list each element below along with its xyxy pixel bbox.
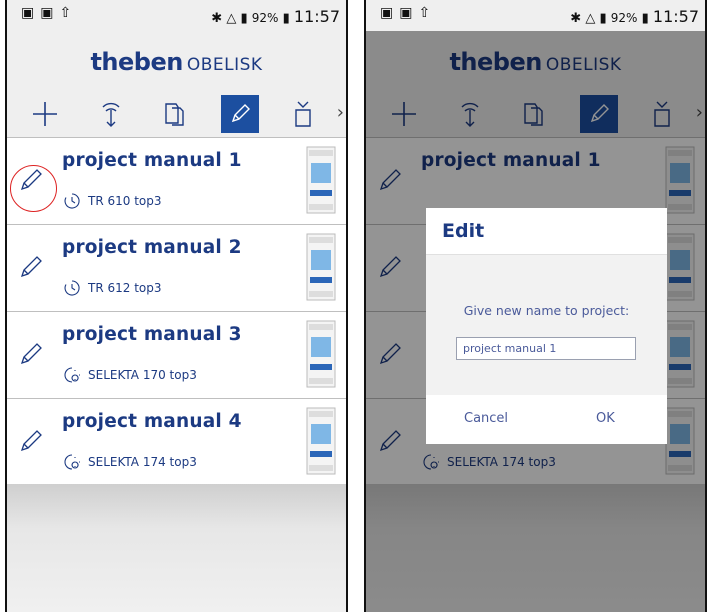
wifi-icon: △ (585, 11, 596, 26)
project-title: project manual 3 (62, 324, 242, 345)
edit-icon (231, 104, 250, 123)
copy-button[interactable] (155, 94, 195, 134)
product-name: OBELISK (186, 55, 263, 75)
battery-level: 92% (610, 11, 638, 25)
device-thumbnail (306, 407, 336, 475)
astro-clock-icon (64, 367, 80, 383)
device-name: SELEKTA 174 top3 (88, 455, 197, 469)
app-logo: theben OBELISK (7, 48, 346, 76)
battery-icon: ▮ (282, 11, 290, 26)
device-thumbnail (306, 233, 336, 301)
phone-screen-list: ▣▣⇧ ✱ △ ▮ 92% ▮ 11:57 theben OBELISK › p… (5, 0, 348, 612)
phone-screen-edit-dialog: ▣▣⇧ ✱ △ ▮ 92% ▮ 11:57 theben OBELISK › p… (364, 0, 707, 612)
status-icons: ✱ △ ▮ 92% ▮ 11:57 (570, 7, 699, 26)
ok-button[interactable]: OK (596, 411, 615, 426)
battery-level: 92% (251, 11, 279, 25)
project-list: project manual 1 TR 610 top3 project man… (7, 137, 346, 486)
status-time: 11:57 (293, 7, 340, 26)
dialog-title: Edit (442, 220, 485, 242)
edit-icon[interactable] (17, 427, 45, 455)
clock-icon (64, 193, 80, 209)
signal-icon: ▮ (599, 11, 607, 26)
status-time: 11:57 (652, 7, 699, 26)
transfer-button[interactable] (91, 94, 131, 134)
device-name: TR 612 top3 (88, 281, 162, 295)
project-name-input[interactable]: project manual 1 (456, 337, 636, 360)
status-bar: ▣▣⇧ ✱ △ ▮ 92% ▮ 11:57 (366, 0, 705, 31)
project-list-item[interactable]: project manual 4 SELEKTA 174 top3 (7, 398, 346, 486)
notification-icons: ▣▣⇧ (21, 5, 78, 21)
signal-icon: ▮ (240, 11, 248, 26)
edit-icon[interactable] (17, 340, 45, 368)
brand-name: theben (90, 48, 183, 76)
transfer-icon (102, 102, 120, 127)
astro-clock-icon (64, 454, 80, 470)
project-title: project manual 2 (62, 237, 242, 258)
empty-area (7, 484, 346, 612)
device-name: TR 610 top3 (88, 194, 162, 208)
add-button[interactable] (25, 94, 65, 134)
notification-icons: ▣▣⇧ (380, 5, 437, 21)
edit-mode-button[interactable] (221, 95, 259, 133)
delete-button[interactable] (283, 94, 323, 134)
delete-icon (295, 101, 311, 127)
app-header: theben OBELISK (7, 31, 346, 91)
edit-icon[interactable] (17, 253, 45, 281)
project-device: TR 610 top3 (62, 192, 162, 210)
status-icons: ✱ △ ▮ 92% ▮ 11:57 (211, 7, 340, 26)
device-thumbnail (306, 146, 336, 214)
project-device: TR 612 top3 (62, 279, 162, 297)
dialog-footer: Cancel OK (426, 395, 667, 444)
dialog-body: Give new name to project: project manual… (426, 255, 667, 395)
project-device: SELEKTA 174 top3 (62, 453, 197, 471)
device-thumbnail (306, 320, 336, 388)
clock-icon (64, 280, 80, 296)
toolbar: › (7, 91, 346, 137)
project-list-item[interactable]: project manual 2 TR 612 top3 (7, 224, 346, 311)
bluetooth-icon: ✱ (211, 11, 223, 26)
edit-dialog: Edit Give new name to project: project m… (426, 208, 667, 444)
add-icon (33, 102, 57, 126)
copy-icon (165, 103, 184, 126)
bluetooth-icon: ✱ (570, 11, 582, 26)
project-device: SELEKTA 170 top3 (62, 366, 197, 384)
project-list-item[interactable]: project manual 3 SELEKTA 170 top3 (7, 311, 346, 398)
rename-label: Give new name to project: (463, 303, 630, 318)
project-list-item[interactable]: project manual 1 TR 610 top3 (7, 137, 346, 224)
highlight-annotation (10, 165, 57, 212)
device-name: SELEKTA 170 top3 (88, 368, 197, 382)
battery-icon: ▮ (641, 11, 649, 26)
dialog-header: Edit (426, 208, 667, 255)
status-bar: ▣▣⇧ ✱ △ ▮ 92% ▮ 11:57 (7, 0, 346, 31)
cancel-button[interactable]: Cancel (464, 411, 508, 426)
wifi-icon: △ (226, 11, 237, 26)
chevron-right-icon[interactable]: › (337, 102, 344, 123)
project-title: project manual 1 (62, 150, 242, 171)
project-title: project manual 4 (62, 411, 242, 432)
